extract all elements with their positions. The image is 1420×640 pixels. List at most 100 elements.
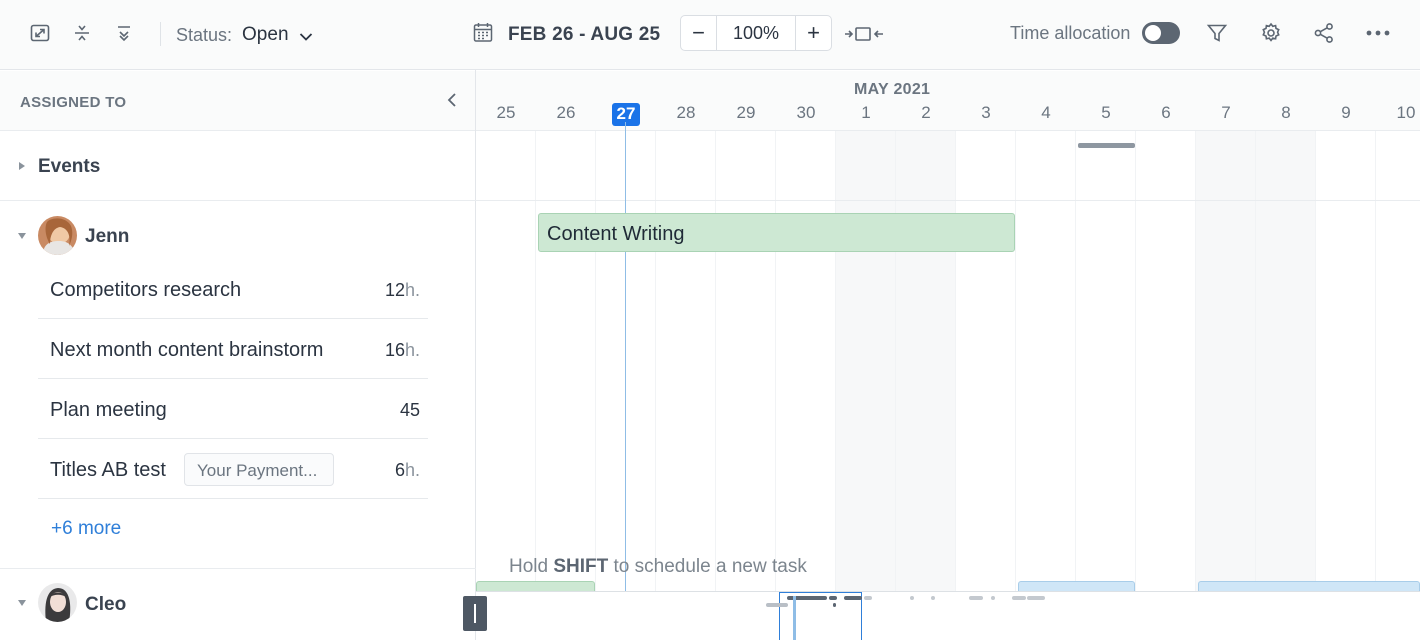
zoom-control: − 100% + [680, 15, 832, 51]
task-row[interactable]: Plan meeting 45 [38, 379, 428, 439]
calendar-icon [472, 21, 494, 48]
day-label: 4 [1016, 103, 1076, 123]
minimap-mark [910, 596, 914, 600]
status-dropdown[interactable]: Status: Open [176, 22, 313, 48]
hint-prefix: Hold [509, 556, 554, 577]
day-number: 28 [676, 103, 696, 122]
share-icon[interactable] [1311, 20, 1337, 46]
filter-icon[interactable] [1204, 20, 1230, 46]
minimap-mark [766, 603, 788, 607]
hours-value: 16 [384, 340, 405, 360]
hint-key: SHIFT [553, 556, 609, 577]
day-label: 10 [1376, 103, 1420, 123]
task-hours: 12h. [385, 280, 420, 301]
panel-divider[interactable] [475, 70, 476, 640]
day-number: 8 [1281, 103, 1291, 122]
day-label: 27 [596, 103, 656, 126]
fit-to-screen-icon[interactable] [844, 24, 884, 49]
zoom-in-button[interactable]: + [796, 16, 831, 50]
group-row-events[interactable]: Events [0, 131, 475, 201]
task-row[interactable]: Competitors research 12h. [38, 259, 428, 319]
settings-icon[interactable] [1258, 20, 1284, 46]
day-number: 30 [796, 103, 816, 122]
avatar-cleo [38, 583, 77, 622]
minimap-mark [1027, 596, 1045, 600]
day-number: 10 [1396, 103, 1416, 122]
task-bar-content-writing[interactable]: Content Writing [538, 213, 1015, 252]
day-number: 26 [556, 103, 576, 122]
day-number: 3 [981, 103, 991, 122]
day-label: 3 [956, 103, 1016, 123]
day-label: 29 [716, 103, 776, 123]
chevron-down-icon [299, 26, 313, 47]
zoom-out-button[interactable]: − [681, 16, 716, 50]
task-name: Next month content brainstorm [50, 339, 324, 361]
date-range-text: FEB 26 - AUG 25 [508, 23, 661, 45]
hours-value: 6 [394, 460, 405, 480]
day-label: 8 [1256, 103, 1316, 123]
task-hours: 16h. [385, 340, 420, 361]
status-value: Open [242, 24, 289, 45]
assigned-to-heading: ASSIGNED TO [20, 94, 127, 111]
collapse-rows-icon[interactable] [69, 20, 95, 46]
status-label: Status: [176, 24, 233, 45]
day-label: 6 [1136, 103, 1196, 123]
task-hours: 45 [400, 400, 420, 421]
minimap-handle[interactable] [463, 596, 487, 631]
minimap-mark [829, 596, 837, 600]
more-icon[interactable] [1365, 20, 1391, 46]
caret-down-icon[interactable] [16, 597, 28, 609]
caret-right-icon[interactable] [16, 160, 28, 172]
expand-icon[interactable] [27, 20, 53, 46]
day-label: 30 [776, 103, 836, 123]
time-allocation-label: Time allocation [1010, 22, 1131, 43]
minimap-today-marker [793, 596, 796, 640]
schedule-hint: Hold SHIFT to schedule a new task [509, 556, 807, 578]
task-name: Competitors research [50, 279, 242, 301]
day-number: 4 [1041, 103, 1051, 122]
group-name-cleo: Cleo [85, 594, 127, 615]
toolbar-separator [160, 22, 161, 46]
day-number: 7 [1221, 103, 1231, 122]
day-label: 1 [836, 103, 896, 123]
month-label: MAY 2021 [854, 81, 931, 98]
day-number: 1 [861, 103, 871, 122]
group-row-cleo[interactable]: Cleo [0, 569, 475, 640]
zoom-level[interactable]: 100% [716, 16, 796, 50]
day-label: 2 [896, 103, 956, 123]
day-label: 26 [536, 103, 596, 123]
project-tag[interactable]: Your Payment... [184, 453, 334, 486]
event-bar[interactable] [1078, 143, 1135, 148]
minimap-mark [931, 596, 935, 600]
timeline-header: MAY 2021 25 26 27 28 29 30 1 2 3 4 5 6 7 8 9 10 [476, 71, 1420, 131]
task-bar-label: Content Writing [547, 223, 685, 245]
day-number: 9 [1341, 103, 1351, 122]
day-label: 9 [1316, 103, 1376, 123]
task-name: Plan meeting [50, 399, 167, 421]
toggle-switch[interactable] [1142, 22, 1181, 44]
day-number: 29 [736, 103, 756, 122]
avatar-jenn [38, 216, 77, 255]
task-row[interactable]: Titles AB test Your Payment... 6h. [38, 439, 428, 499]
hours-unit: h. [404, 460, 420, 480]
date-range-picker[interactable]: FEB 26 - AUG 25 [472, 21, 660, 48]
caret-down-icon[interactable] [16, 230, 28, 242]
assignee-column-header: ASSIGNED TO [0, 71, 475, 131]
toolbar: Status: Open FEB 26 - AUG 25 − 100% + Ti… [0, 0, 1420, 70]
day-number: 5 [1101, 103, 1111, 122]
collapse-all-icon[interactable] [111, 20, 137, 46]
day-label: 7 [1196, 103, 1256, 123]
minimap-mark [969, 596, 983, 600]
day-number: 25 [496, 103, 516, 122]
day-label: 28 [656, 103, 716, 123]
chevron-left-icon[interactable] [440, 88, 464, 112]
show-more-link[interactable]: +6 more [51, 518, 121, 540]
timeline-minimap[interactable] [476, 591, 1420, 640]
time-allocation-toggle[interactable]: Time allocation [1010, 22, 1181, 44]
hours-value: 45 [399, 400, 420, 420]
hours-unit: h. [404, 340, 420, 360]
minimap-mark [833, 603, 836, 607]
task-row[interactable]: Next month content brainstorm 16h. [38, 319, 428, 379]
minimap-mark [1012, 596, 1026, 600]
group-name-events: Events [38, 156, 101, 177]
